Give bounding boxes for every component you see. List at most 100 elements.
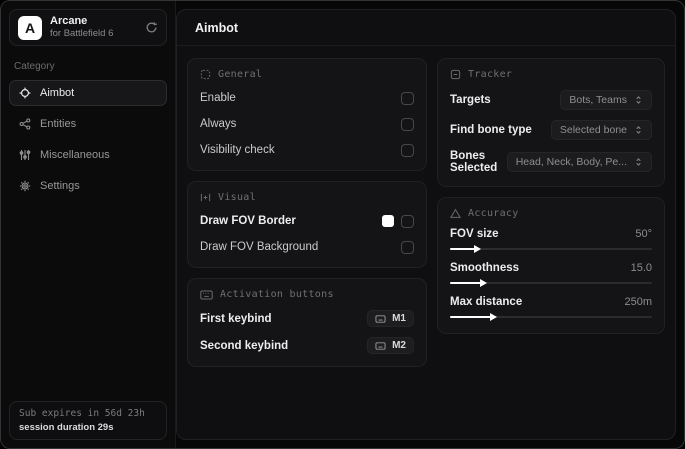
app-subtitle: for Battlefield 6: [50, 28, 114, 40]
sidebar-item-label: Settings: [40, 180, 80, 192]
sidebar-item-settings[interactable]: Settings: [9, 173, 167, 199]
crosshair-icon: [19, 87, 31, 99]
sidebar-item-label: Aimbot: [40, 87, 75, 99]
sidebar-item-label: Miscellaneous: [40, 149, 110, 161]
targets-label: Targets: [450, 94, 491, 106]
sidebar-nav: Aimbot Entities Miscellaneous Settings: [9, 80, 167, 199]
frame-icon: [200, 69, 211, 80]
second-keybind-button[interactable]: M2: [367, 337, 414, 354]
enable-checkbox[interactable]: [401, 91, 414, 105]
column-left: General Enable Always Visibility check V…: [187, 58, 427, 367]
setting-row: Targets Bots, Teams: [450, 90, 652, 110]
slider-row: Max distance 250m: [450, 296, 652, 321]
setting-row: Visibility check: [200, 142, 414, 158]
find-bone-type-value: Selected bone: [559, 124, 627, 136]
app-window: A Arcane for Battlefield 6 Category Aimb…: [0, 0, 685, 449]
slider-row: Smoothness 15.0: [450, 262, 652, 287]
sidebar-item-entities[interactable]: Entities: [9, 111, 167, 137]
always-checkbox[interactable]: [401, 117, 414, 131]
visual-title: Visual: [218, 192, 256, 203]
second-keybind-label: Second keybind: [200, 339, 289, 352]
slider-fill: [450, 248, 477, 250]
main-body: General Enable Always Visibility check V…: [177, 46, 675, 379]
general-card: General Enable Always Visibility check: [187, 58, 427, 171]
keyboard-icon: [200, 290, 213, 300]
setting-row: Draw FOV Background: [200, 239, 414, 255]
setting-row: Second keybind M2: [200, 337, 414, 354]
tracker-card: Tracker Targets Bots, Teams Find bone ty…: [437, 58, 665, 187]
slider-thumb[interactable]: [474, 245, 482, 253]
slider-row: FOV size 50°: [450, 228, 652, 253]
draw-fov-border-checkbox[interactable]: [401, 214, 414, 228]
brand-card: A Arcane for Battlefield 6: [9, 9, 167, 46]
setting-row: Find bone type Selected bone: [450, 120, 652, 140]
column-right: Tracker Targets Bots, Teams Find bone ty…: [437, 58, 665, 334]
keyboard-icon: [375, 341, 386, 350]
main-panel: Aimbot General Enable Always Visibility …: [176, 9, 676, 440]
tracker-icon: [450, 69, 461, 80]
slider-fill: [450, 316, 493, 318]
setting-row: First keybind M1: [200, 310, 414, 327]
first-keybind-value: M1: [392, 313, 406, 324]
max-distance-value: 250m: [624, 296, 652, 308]
bones-selected-value: Head, Neck, Body, Pe...: [515, 156, 627, 168]
draw-fov-background-checkbox[interactable]: [401, 240, 414, 254]
refresh-icon[interactable]: [145, 21, 158, 34]
fov-size-slider[interactable]: [450, 245, 652, 253]
gear-icon: [19, 180, 31, 192]
enable-label: Enable: [200, 92, 236, 104]
accuracy-card: Accuracy FOV size 50° Smoothness 15.0 Ma…: [437, 197, 665, 334]
sub-expires-text: Sub expires in 56d 23h: [19, 408, 145, 419]
visibility-check-checkbox[interactable]: [401, 143, 414, 157]
general-title: General: [218, 69, 263, 80]
visual-card: Visual Draw FOV Border Draw FOV Backgrou…: [187, 181, 427, 268]
category-label: Category: [14, 61, 55, 72]
setting-row: Draw FOV Border: [200, 213, 414, 229]
fov-size-label: FOV size: [450, 228, 499, 240]
fov-border-color-swatch[interactable]: [382, 215, 394, 227]
sidebar-item-aimbot[interactable]: Aimbot: [9, 80, 167, 106]
find-bone-type-dropdown[interactable]: Selected bone: [550, 120, 652, 140]
find-bone-type-label: Find bone type: [450, 124, 532, 136]
setting-row: Always: [200, 116, 414, 132]
first-keybind-button[interactable]: M1: [367, 310, 414, 327]
setting-row: Enable: [200, 90, 414, 106]
sidebar-item-label: Entities: [40, 118, 77, 130]
app-logo: A: [18, 15, 42, 40]
session-duration-text: session duration 29s: [19, 422, 114, 433]
targets-value: Bots, Teams: [569, 94, 627, 106]
fov-size-value: 50°: [635, 228, 652, 240]
keyboard-icon: [375, 314, 386, 323]
app-name: Arcane: [50, 14, 88, 27]
accuracy-title: Accuracy: [468, 208, 519, 219]
triangle-icon: [450, 208, 461, 219]
slider-fill: [450, 282, 483, 284]
bones-selected-label: Bones Selected: [450, 150, 498, 174]
chevron-up-down-icon: [634, 125, 643, 135]
sidebar-item-miscellaneous[interactable]: Miscellaneous: [9, 142, 167, 168]
activation-title: Activation buttons: [220, 289, 334, 300]
targets-dropdown[interactable]: Bots, Teams: [560, 90, 652, 110]
subscription-card: Sub expires in 56d 23h session duration …: [9, 401, 167, 440]
scan-icon: [200, 192, 211, 203]
slider-thumb[interactable]: [480, 279, 488, 287]
first-keybind-label: First keybind: [200, 312, 272, 325]
entities-icon: [19, 118, 31, 130]
smoothness-slider[interactable]: [450, 279, 652, 287]
chevron-up-down-icon: [634, 95, 643, 105]
visibility-check-label: Visibility check: [200, 144, 275, 156]
max-distance-slider[interactable]: [450, 313, 652, 321]
activation-card: Activation buttons First keybind M1 Seco…: [187, 278, 427, 367]
setting-row: Bones Selected Head, Neck, Body, Pe...: [450, 150, 652, 174]
tracker-title: Tracker: [468, 69, 513, 80]
smoothness-label: Smoothness: [450, 262, 520, 274]
slider-thumb[interactable]: [490, 313, 498, 321]
always-label: Always: [200, 118, 237, 130]
draw-fov-background-label: Draw FOV Background: [200, 241, 319, 253]
sliders-icon: [19, 149, 31, 161]
second-keybind-value: M2: [392, 340, 406, 351]
smoothness-value: 15.0: [630, 262, 652, 274]
bones-selected-dropdown[interactable]: Head, Neck, Body, Pe...: [506, 152, 652, 172]
chevron-up-down-icon: [634, 157, 643, 167]
page-title: Aimbot: [177, 10, 675, 46]
